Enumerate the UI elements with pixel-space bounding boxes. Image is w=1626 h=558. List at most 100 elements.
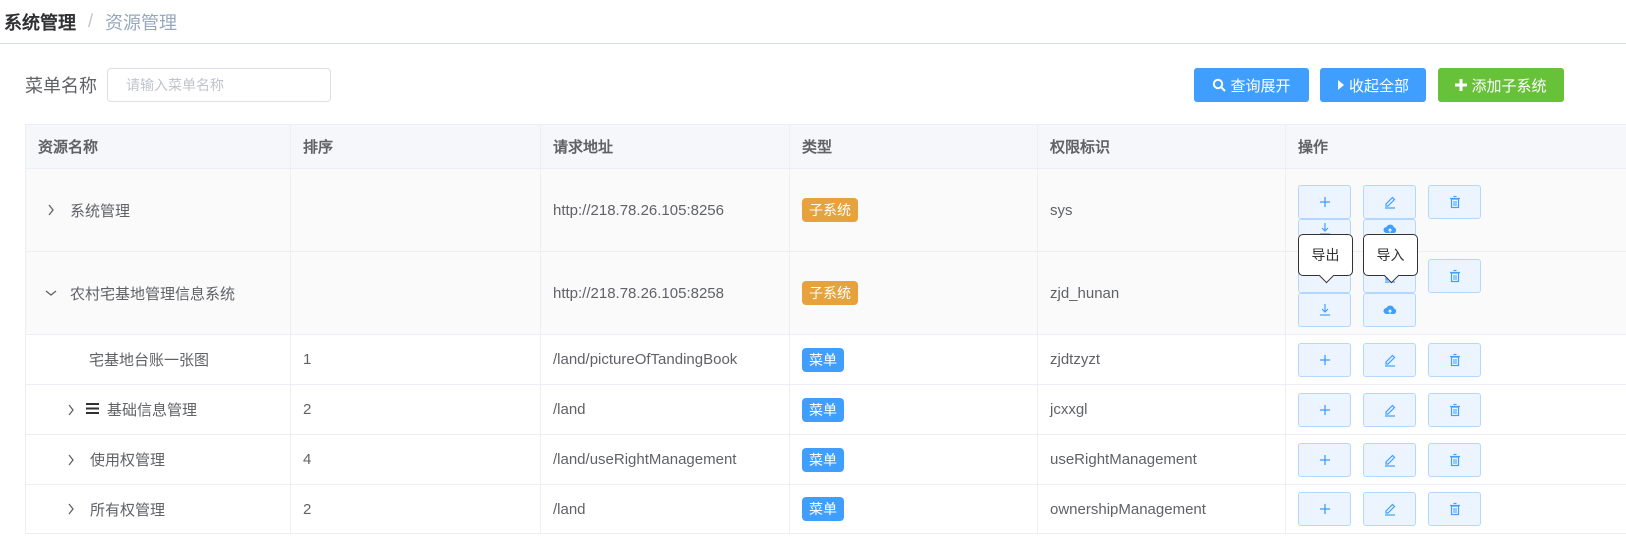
breadcrumb-separator: / <box>88 11 94 31</box>
resource-name: 系统管理 <box>70 202 131 220</box>
table-row: 基础信息管理 2 /land 菜单 jcxxgl <box>25 385 1626 435</box>
breadcrumb-current: 资源管理 <box>105 12 178 33</box>
row-actions <box>1298 492 1481 526</box>
search-label: 菜单名称 <box>25 76 97 96</box>
edit-icon <box>1384 196 1395 209</box>
url-cell: http://218.78.26.105:8258 <box>541 252 790 334</box>
export-button[interactable] <box>1298 293 1351 327</box>
edit-button[interactable] <box>1363 342 1416 377</box>
expand-chevron-right-icon[interactable] <box>64 503 78 515</box>
url-cell: http://218.78.26.105:8256 <box>541 169 790 251</box>
import-tooltip: 导入 <box>1363 234 1418 276</box>
breadcrumb-root[interactable]: 系统管理 <box>4 9 76 35</box>
type-tag: 菜单 <box>802 497 844 521</box>
search-icon <box>1213 78 1227 92</box>
cloud-upload-icon <box>1383 305 1396 314</box>
permission-cell: ownershipManagement <box>1038 485 1286 533</box>
table-row: 使用权管理 4 /land/useRightManagement 菜单 useR… <box>25 435 1626 485</box>
export-tooltip-text: 导出 <box>1311 247 1340 263</box>
permission-cell: zjdtzyzt <box>1038 335 1286 384</box>
import-button[interactable] <box>1363 218 1416 236</box>
query-expand-button[interactable]: 查询展开 <box>1194 68 1309 102</box>
add-child-button[interactable] <box>1298 342 1351 377</box>
permission-cell: jcxxgl <box>1038 385 1286 434</box>
plus-icon <box>1319 504 1330 514</box>
edit-icon <box>1384 404 1395 417</box>
url-cell: /land <box>541 485 790 533</box>
expand-chevron-right-icon[interactable] <box>64 454 78 466</box>
resource-name: 农村宅基地管理信息系统 <box>70 285 236 303</box>
add-child-button[interactable] <box>1298 492 1351 526</box>
order-cell: 2 <box>291 385 541 434</box>
expand-chevron-down-icon[interactable] <box>44 289 58 297</box>
breadcrumb: 系统管理 / 资源管理 <box>0 0 1626 44</box>
menu-list-icon <box>86 401 99 418</box>
plus-icon <box>1455 79 1468 91</box>
trash-icon <box>1449 403 1460 416</box>
expand-chevron-right-icon[interactable] <box>64 404 78 416</box>
type-tag: 子系统 <box>802 281 858 305</box>
column-header-order: 排序 <box>291 125 541 168</box>
trash-icon <box>1449 269 1460 283</box>
export-button[interactable] <box>1298 218 1351 236</box>
column-header-name: 资源名称 <box>25 125 291 168</box>
edit-button[interactable] <box>1363 392 1416 427</box>
add-subsystem-label: 添加子系统 <box>1471 77 1547 95</box>
edit-button[interactable] <box>1363 184 1416 219</box>
row-actions <box>1298 342 1481 377</box>
column-header-actions: 操作 <box>1298 139 1329 156</box>
resource-table: 资源名称 排序 请求地址 类型 权限标识 操作 系统管理 http://218.… <box>25 124 1626 534</box>
add-child-button[interactable] <box>1298 184 1351 219</box>
row-actions <box>1298 442 1481 477</box>
type-tag: 菜单 <box>802 397 844 422</box>
column-header-type: 类型 <box>790 125 1038 168</box>
resource-name: 所有权管理 <box>90 501 166 519</box>
delete-button[interactable] <box>1428 392 1481 427</box>
table-row: 所有权管理 2 /land 菜单 ownershipManagement <box>25 485 1626 534</box>
caret-right-icon <box>1337 80 1344 90</box>
trash-icon <box>1449 353 1460 366</box>
table-header: 资源名称 排序 请求地址 类型 权限标识 操作 <box>25 125 1626 169</box>
expand-chevron-right-icon[interactable] <box>44 204 58 216</box>
url-cell: /land/useRightManagement <box>541 435 790 484</box>
edit-button[interactable] <box>1363 442 1416 477</box>
plus-icon <box>1319 196 1330 207</box>
edit-icon <box>1384 503 1395 516</box>
collapse-all-button[interactable]: 收起全部 <box>1320 68 1426 102</box>
trash-icon <box>1449 195 1460 208</box>
menu-name-search-input[interactable] <box>107 68 331 102</box>
resource-name: 基础信息管理 <box>107 402 198 419</box>
add-child-button[interactable] <box>1298 442 1351 477</box>
delete-button[interactable] <box>1428 442 1481 477</box>
order-cell <box>291 252 541 334</box>
edit-icon <box>1384 454 1395 467</box>
edit-icon <box>1384 354 1395 367</box>
collapse-all-label: 收起全部 <box>1348 77 1409 95</box>
delete-button[interactable] <box>1428 342 1481 377</box>
delete-button[interactable] <box>1428 184 1481 219</box>
row-actions <box>1298 184 1481 236</box>
column-header-url: 请求地址 <box>541 125 790 168</box>
type-tag: 菜单 <box>802 347 844 372</box>
plus-icon <box>1319 454 1330 465</box>
trash-icon <box>1449 502 1460 516</box>
permission-cell: sys <box>1038 169 1286 251</box>
resource-name: 宅基地台账一张图 <box>89 352 210 369</box>
url-cell: /land <box>541 385 790 434</box>
download-icon <box>1319 304 1330 316</box>
url-cell: /land/pictureOfTandingBook <box>541 335 790 384</box>
delete-button[interactable] <box>1428 492 1481 526</box>
type-tag: 菜单 <box>802 447 844 472</box>
add-subsystem-button[interactable]: 添加子系统 <box>1438 68 1564 102</box>
delete-button[interactable] <box>1428 259 1481 293</box>
plus-icon <box>1319 354 1330 365</box>
permission-cell: useRightManagement <box>1038 435 1286 484</box>
plus-icon <box>1319 404 1330 415</box>
import-tooltip-text: 导入 <box>1376 247 1405 263</box>
add-child-button[interactable] <box>1298 392 1351 427</box>
edit-button[interactable] <box>1363 492 1416 526</box>
permission-cell: zjd_hunan <box>1038 252 1286 334</box>
import-button[interactable] <box>1363 293 1416 327</box>
order-cell: 2 <box>291 485 541 533</box>
resource-name: 使用权管理 <box>90 452 166 469</box>
